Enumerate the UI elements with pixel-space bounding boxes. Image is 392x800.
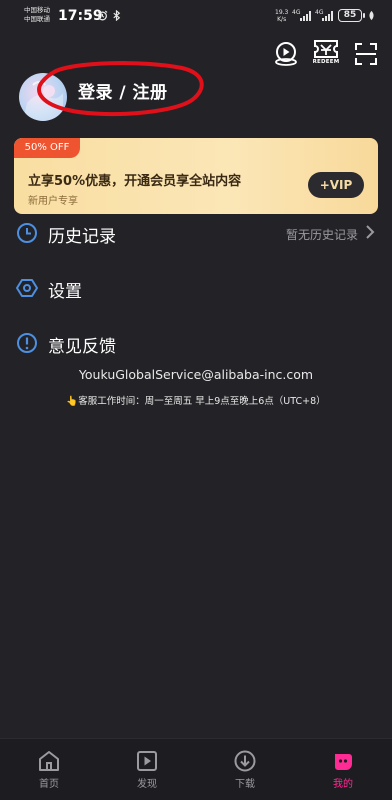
network-speed-value: 19.3 [275, 9, 289, 16]
status-time: 17:59 [58, 8, 103, 24]
signal-strength-2-icon [322, 11, 333, 21]
carrier-2: 中国联通 [24, 15, 50, 23]
login-register-link[interactable]: 登录 / 注册 [78, 78, 168, 103]
nav-profile-label: 我的 [333, 779, 353, 790]
history-label: 历史记录 [48, 227, 116, 247]
my-page-screen: 中国移动 中国联通 17:59 19.3 K/s 4G 4G 85 REDEEM… [0, 0, 392, 800]
vip-promo-subtitle: 新用户专享 [28, 196, 78, 207]
download-icon [234, 750, 256, 772]
carrier-1: 中国移动 [24, 6, 50, 14]
menu-item-settings[interactable]: 设置 [0, 267, 392, 307]
nav-discover[interactable]: 发现 [98, 739, 196, 800]
discount-badge: 50% OFF [14, 138, 80, 158]
menu-item-feedback[interactable]: 意见反馈 [0, 322, 392, 362]
exclamation-icon [17, 333, 37, 353]
nav-home[interactable]: 首页 [0, 739, 98, 800]
service-hours: 👆客服工作时间：周一至周五 早上9点至晚上6点（UTC+8） [66, 396, 326, 407]
status-bar: 中国移动 中国联通 17:59 19.3 K/s 4G 4G 85 [0, 0, 392, 34]
bottom-navigation: 首页 发现 下载 我的 [0, 738, 392, 800]
nav-home-label: 首页 [39, 779, 59, 790]
clock-icon [17, 223, 37, 243]
discover-icon [137, 751, 157, 771]
nav-discover-label: 发现 [137, 779, 157, 790]
vip-subscribe-button[interactable]: +VIP [308, 172, 364, 198]
signal-strength-1-icon [300, 11, 311, 21]
feedback-label: 意见反馈 [48, 337, 116, 357]
vip-promo-title: 立享50%优惠，开通会员享全站内容 [28, 174, 242, 189]
network-speed-unit: K/s [277, 16, 287, 23]
default-avatar-icon [23, 81, 63, 121]
vip-promo-banner[interactable]: 50% OFF 立享50%优惠，开通会员享全站内容 新用户专享 +VIP [14, 138, 378, 214]
chevron-right-icon [366, 225, 375, 239]
menu-item-history[interactable]: 历史记录 暂无历史记录 [0, 212, 392, 252]
network-speed: 19.3 K/s [275, 9, 288, 23]
nav-download[interactable]: 下载 [196, 739, 294, 800]
battery-indicator: 85 [338, 9, 365, 22]
home-icon [39, 751, 59, 771]
carrier-names: 中国移动 中国联通 [24, 6, 50, 24]
watch-history-icon[interactable] [272, 40, 300, 68]
scan-icon[interactable] [352, 40, 380, 68]
nav-download-label: 下载 [235, 779, 255, 790]
leaf-icon [369, 10, 374, 21]
redeem-icon[interactable] [312, 38, 340, 60]
settings-hexagon-icon [16, 279, 38, 297]
support-email[interactable]: YoukuGlobalService@alibaba-inc.com [0, 367, 392, 382]
redeem-label[interactable]: REDEEM [310, 59, 342, 65]
history-empty-text: 暂无历史记录 [285, 228, 358, 242]
avatar[interactable] [19, 73, 67, 121]
alarm-icon [97, 10, 108, 21]
settings-label: 设置 [48, 282, 82, 302]
profile-icon [335, 754, 352, 770]
bluetooth-icon [113, 10, 121, 21]
nav-profile[interactable]: 我的 [294, 739, 392, 800]
